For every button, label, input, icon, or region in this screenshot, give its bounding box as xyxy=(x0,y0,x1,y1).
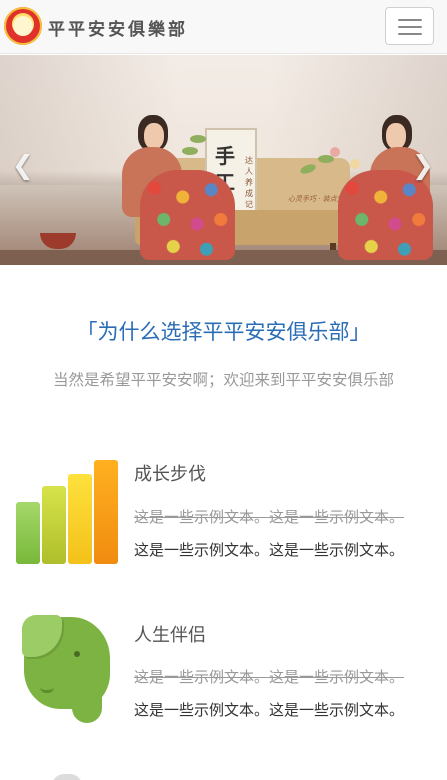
chevron-right-icon[interactable]: ❯ xyxy=(412,153,434,179)
basket-image xyxy=(40,233,76,249)
feature-title-growth: 成长步伐 xyxy=(134,464,206,485)
section-title: 「为什么选择平平安安俱乐部」 xyxy=(76,320,371,344)
woman-right-image xyxy=(330,115,440,260)
brand-name[interactable]: 平平安安俱樂部 xyxy=(48,15,188,40)
feature-text: 这是一些示例文本。这是一些示例文本。 xyxy=(134,541,405,559)
hero-carousel[interactable]: 手工 达人养成记 心灵手巧 · 装点生活 ❮ ❯ xyxy=(0,55,447,265)
bar-chart-icon xyxy=(14,458,122,564)
club-logo-icon[interactable] xyxy=(4,7,42,45)
feature-strike-text: 这是一些示例文本。这是一些示例文本。 xyxy=(134,668,405,686)
evernote-elephant-icon xyxy=(18,613,114,725)
next-feature-icon xyxy=(52,774,82,780)
section-subtitle: 当然是希望平平安安啊；欢迎来到平平安安俱乐部 xyxy=(52,371,394,389)
feature-text: 这是一些示例文本。这是一些示例文本。 xyxy=(134,701,405,719)
feature-title-partner: 人生伴侣 xyxy=(134,625,206,646)
navbar: 平平安安俱樂部 xyxy=(0,0,447,54)
woman-left-image xyxy=(110,115,235,260)
hamburger-menu-button[interactable] xyxy=(385,7,434,45)
feature-strike-text: 这是一些示例文本。这是一些示例文本。 xyxy=(134,508,405,526)
chevron-left-icon[interactable]: ❮ xyxy=(12,153,34,179)
frame-side-text: 达人养成记 xyxy=(245,156,253,209)
